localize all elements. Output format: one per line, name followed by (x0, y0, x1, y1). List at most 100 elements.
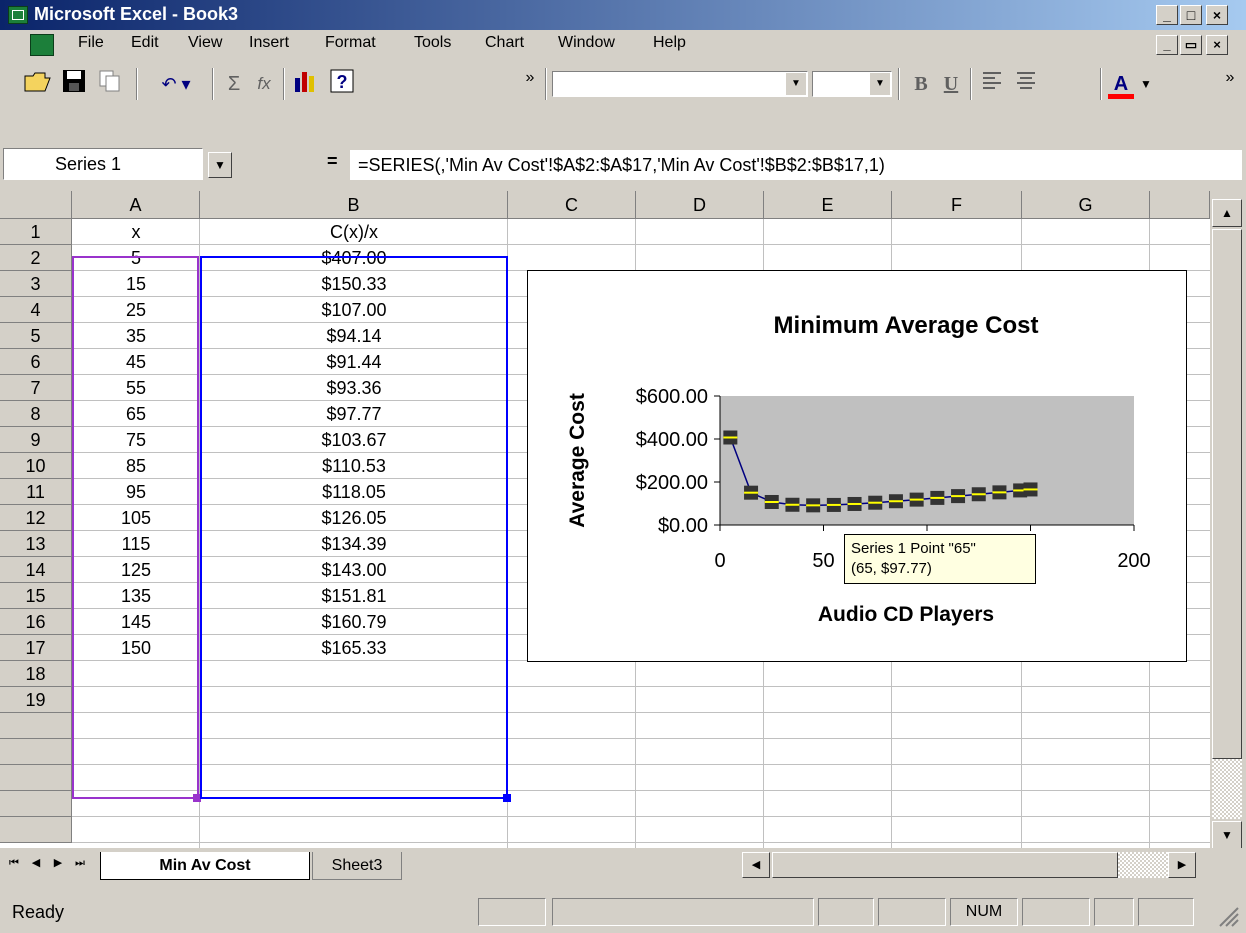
scroll-track[interactable] (1212, 759, 1242, 819)
row-header[interactable]: 11 (0, 479, 72, 505)
edit-formula-button[interactable]: = (327, 151, 338, 172)
row-header[interactable]: 18 (0, 661, 72, 687)
row-header[interactable]: 4 (0, 297, 72, 323)
range-handle-y[interactable] (503, 794, 511, 802)
menu-chart[interactable]: Chart (485, 34, 524, 52)
next-sheet-button[interactable]: ▶ (48, 852, 68, 874)
selection-handle (951, 495, 966, 498)
chart-canvas[interactable]: Minimum Average Cost $0.00 $200.00 $400.00 $… (528, 271, 1186, 661)
excel-app-icon[interactable] (8, 6, 28, 24)
range-highlight-y (200, 256, 508, 799)
column-header-a[interactable]: A (72, 191, 200, 219)
menu-window[interactable]: Window (558, 34, 615, 52)
last-sheet-button[interactable]: ⏭ (70, 852, 90, 874)
column-header-h[interactable] (1150, 191, 1210, 219)
chevron-down-icon[interactable]: ▼ (786, 73, 806, 95)
chevron-down-icon[interactable]: ▼ (870, 73, 890, 95)
row-header[interactable] (0, 817, 72, 843)
hscroll-right-button[interactable]: ▶ (1168, 852, 1196, 878)
row-header[interactable]: 17 (0, 635, 72, 661)
doc-minimize-button[interactable]: _ (1156, 35, 1178, 55)
scroll-up-button[interactable]: ▲ (1212, 199, 1242, 227)
row-header[interactable] (0, 765, 72, 791)
selection-handle (847, 502, 862, 505)
menu-format[interactable]: Format (325, 34, 376, 52)
undo-icon[interactable]: ↶ ▾ (146, 68, 206, 100)
close-button[interactable]: × (1206, 5, 1228, 25)
save-icon[interactable] (58, 68, 90, 100)
doc-close-button[interactable]: × (1206, 35, 1228, 55)
row-header[interactable]: 2 (0, 245, 72, 271)
chart-wizard-icon[interactable] (290, 68, 322, 100)
row-header[interactable]: 6 (0, 349, 72, 375)
row-header[interactable]: 14 (0, 557, 72, 583)
row-header[interactable]: 3 (0, 271, 72, 297)
align-left-icon[interactable] (976, 68, 1008, 100)
toolbar-overflow-icon[interactable]: » (520, 68, 540, 100)
row-header[interactable]: 9 (0, 427, 72, 453)
scroll-down-button[interactable]: ▼ (1212, 821, 1242, 849)
row-header[interactable]: 12 (0, 505, 72, 531)
selection-handle (971, 493, 986, 496)
font-name-combo[interactable]: ▼ (552, 71, 808, 97)
toolbar-overflow-icon[interactable]: » (1220, 68, 1240, 100)
copy-icon[interactable] (94, 68, 126, 100)
formula-input[interactable]: =SERIES(,'Min Av Cost'!$A$2:$A$17,'Min A… (350, 150, 1242, 180)
maximize-button[interactable]: □ (1180, 5, 1202, 25)
vertical-scrollbar[interactable]: ▲ ▼ (1210, 191, 1246, 849)
row-header[interactable]: 8 (0, 401, 72, 427)
menu-file[interactable]: File (78, 34, 104, 52)
bold-button[interactable]: B (906, 68, 936, 100)
chart-object[interactable]: Minimum Average Cost $0.00 $200.00 $400.00 $… (527, 270, 1187, 662)
chevron-down-icon[interactable]: ▼ (1138, 68, 1154, 100)
menu-view[interactable]: View (188, 34, 222, 52)
row-header[interactable]: 15 (0, 583, 72, 609)
row-header[interactable]: 13 (0, 531, 72, 557)
hscroll-left-button[interactable]: ◀ (742, 852, 770, 878)
menu-help[interactable]: Help (653, 34, 686, 52)
hscroll-thumb[interactable] (772, 852, 1118, 878)
column-header-c[interactable]: C (508, 191, 636, 219)
name-box-dropdown[interactable]: ▼ (208, 152, 232, 178)
row-header[interactable]: 19 (0, 687, 72, 713)
column-header-g[interactable]: G (1022, 191, 1150, 219)
column-header-b[interactable]: B (200, 191, 508, 219)
underline-button[interactable]: U (936, 68, 966, 100)
resize-grip-icon[interactable] (1212, 902, 1240, 928)
align-center-icon[interactable] (1010, 68, 1042, 100)
tab-sheet3[interactable]: Sheet3 (312, 852, 402, 880)
first-sheet-button[interactable]: ⏮ (4, 852, 24, 874)
help-icon[interactable]: ? (326, 68, 358, 100)
font-size-combo[interactable]: ▼ (812, 71, 892, 97)
workbook-icon[interactable] (30, 34, 54, 56)
scroll-thumb[interactable] (1212, 229, 1242, 759)
autosum-icon[interactable]: Σ (220, 68, 248, 100)
menu-edit[interactable]: Edit (131, 34, 159, 52)
status-panel (1094, 898, 1134, 926)
row-header[interactable] (0, 791, 72, 817)
cell-b1[interactable]: C(x)/x (200, 219, 508, 245)
column-header-d[interactable]: D (636, 191, 764, 219)
doc-restore-button[interactable]: ▭ (1180, 35, 1202, 55)
open-icon[interactable] (22, 68, 54, 100)
row-header[interactable]: 7 (0, 375, 72, 401)
prev-sheet-button[interactable]: ◀ (26, 852, 46, 874)
column-header-f[interactable]: F (892, 191, 1022, 219)
row-header[interactable] (0, 713, 72, 739)
select-all-corner[interactable] (0, 191, 72, 219)
cell-a1[interactable]: x (72, 219, 200, 245)
row-header[interactable]: 10 (0, 453, 72, 479)
selection-handle (826, 503, 841, 506)
function-icon[interactable]: fx (250, 68, 278, 100)
tab-min-av-cost[interactable]: Min Av Cost (100, 852, 310, 880)
menu-insert[interactable]: Insert (249, 34, 289, 52)
menu-tools[interactable]: Tools (414, 34, 451, 52)
row-header[interactable] (0, 739, 72, 765)
row-header[interactable]: 5 (0, 323, 72, 349)
y-tick-label: $200.00 (636, 472, 708, 494)
row-header[interactable]: 1 (0, 219, 72, 245)
hscroll-track[interactable] (1118, 852, 1168, 878)
column-header-e[interactable]: E (764, 191, 892, 219)
minimize-button[interactable]: _ (1156, 5, 1178, 25)
row-header[interactable]: 16 (0, 609, 72, 635)
